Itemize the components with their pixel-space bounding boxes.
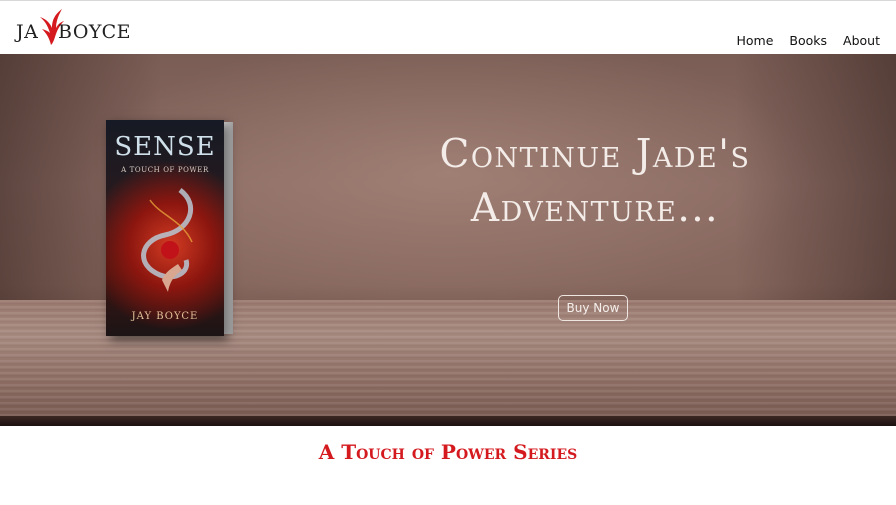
main-nav: Home Books About	[736, 33, 880, 48]
nav-books[interactable]: Books	[789, 33, 827, 48]
buy-now-button[interactable]: Buy Now	[558, 295, 628, 321]
book-subtitle: A TOUCH OF POWER	[121, 166, 209, 174]
hero-heading: Continue Jade's Adventure...	[380, 128, 810, 236]
site-header: JA BOYCE Home Books About	[0, 0, 896, 54]
book-pages-edge	[224, 122, 233, 334]
book-author: JAY BOYCE	[131, 311, 199, 322]
logo-text-first: JA	[16, 21, 39, 43]
book-title: SENSE	[114, 132, 216, 162]
hero-heading-line2: Adventure...	[470, 186, 720, 231]
hero-heading-line1: Continue Jade's	[439, 132, 751, 177]
nav-home[interactable]: Home	[736, 33, 773, 48]
site-logo[interactable]: JA BOYCE	[14, 7, 131, 49]
nav-about[interactable]: About	[843, 33, 880, 48]
book-cover[interactable]: SENSE A TOUCH OF POWER JAY BOYCE	[106, 120, 224, 336]
logo-text-second: BOYCE	[58, 21, 132, 43]
series-title: A Touch of Power Series	[318, 440, 578, 464]
book-cover-art	[141, 188, 194, 292]
hero-table-edge	[0, 416, 896, 426]
hero-banner: SENSE A TOUCH OF POWER JAY BOYCE Continu…	[0, 54, 896, 426]
